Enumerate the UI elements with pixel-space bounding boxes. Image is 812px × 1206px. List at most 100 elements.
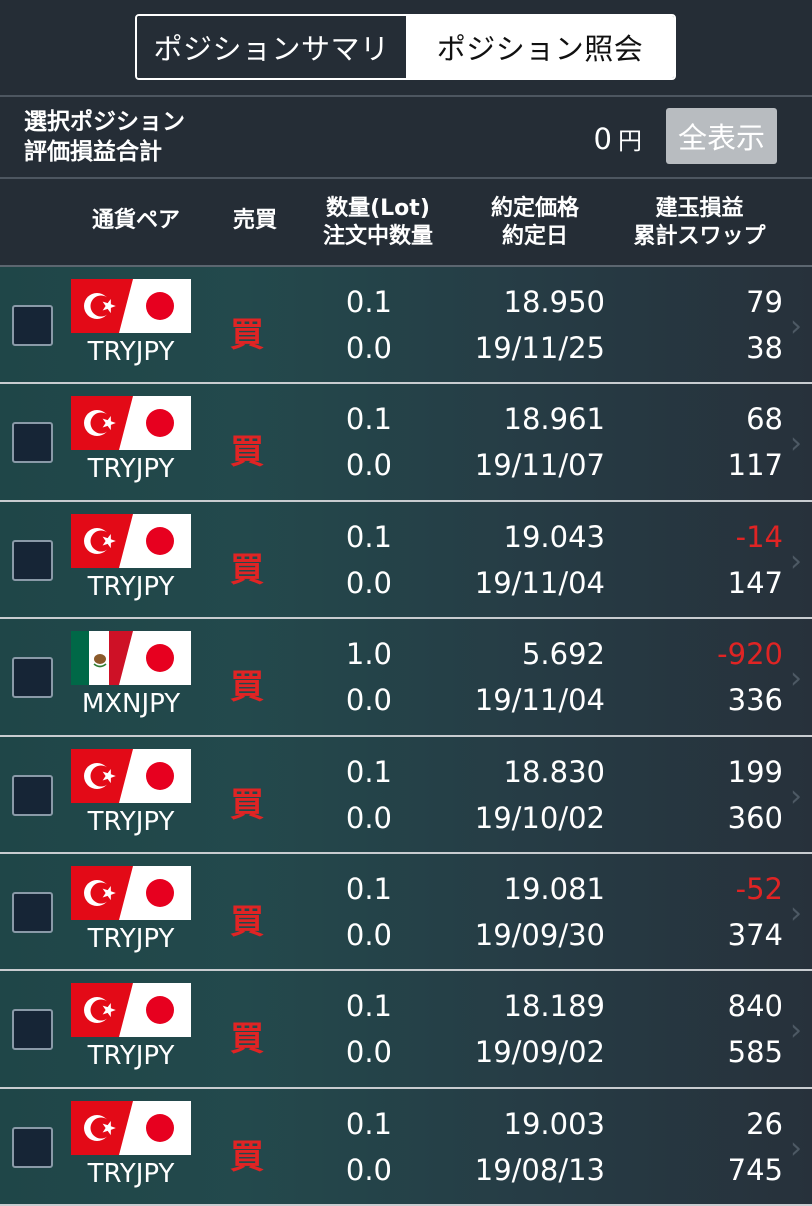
chevron-right-icon[interactable]: › (790, 779, 802, 814)
execution-date: 19/10/02 (474, 800, 605, 835)
row-checkbox[interactable] (12, 1126, 53, 1168)
view-segmented-control: ポジションサマリ ポジション照会 (135, 14, 676, 80)
quantity: 0.1 (345, 989, 392, 1024)
chevron-right-icon[interactable]: › (790, 426, 802, 461)
currency-flag-icon (71, 631, 191, 686)
position-row[interactable]: TRYJPY 買 0.1 0.0 19.003 19/08/13 26 745 … (0, 1088, 812, 1206)
row-checkbox[interactable] (12, 774, 53, 816)
accumulated-swap: 745 (727, 1152, 783, 1187)
accumulated-swap: 147 (727, 565, 783, 600)
execution-date: 19/09/30 (474, 917, 605, 952)
chevron-right-icon[interactable]: › (790, 661, 802, 696)
row-checkbox[interactable] (12, 305, 53, 346)
currency-pair: TRYJPY (87, 1041, 175, 1072)
row-checkbox[interactable] (12, 1009, 53, 1051)
summary-amount: 0 (593, 122, 612, 156)
execution-price: 18.830 (503, 754, 605, 789)
currency-pair: TRYJPY (87, 571, 175, 602)
quantity: 0.1 (345, 519, 392, 554)
column-header-pl-line1: 建玉損益 (655, 196, 744, 221)
execution-price: 19.003 (503, 1106, 605, 1141)
accumulated-swap: 117 (727, 448, 783, 483)
currency-flag-icon (71, 865, 191, 920)
unrealized-pl: 79 (746, 285, 783, 319)
unrealized-pl: -52 (735, 871, 783, 906)
currency-flag-icon (71, 748, 191, 803)
trade-side: 買 (230, 549, 264, 590)
unrealized-pl: -14 (735, 519, 783, 554)
position-row[interactable]: TRYJPY 買 0.1 0.0 19.081 19/09/30 -52 374… (0, 853, 812, 972)
currency-pair: MXNJPY (81, 689, 181, 720)
currency-flag-icon (71, 396, 191, 451)
chevron-right-icon[interactable]: › (790, 309, 802, 344)
trade-side: 買 (230, 901, 264, 942)
position-list: TRYJPY 買 0.1 0.0 18.950 19/11/25 79 38 ›… (0, 267, 812, 1206)
order-quantity: 0.0 (345, 800, 392, 835)
execution-date: 19/11/04 (474, 683, 605, 718)
quantity: 0.1 (345, 754, 392, 789)
summary-total-value: 0円 (594, 121, 642, 156)
quantity: 0.1 (345, 285, 392, 319)
execution-date: 19/11/07 (474, 448, 605, 483)
position-row[interactable]: TRYJPY 買 0.1 0.0 18.961 19/11/07 68 117 … (0, 384, 812, 502)
trade-side: 買 (230, 1136, 264, 1177)
position-row[interactable]: TRYJPY 買 0.1 0.0 18.830 19/10/02 199 360… (0, 736, 812, 854)
execution-date: 19/11/04 (474, 565, 605, 600)
currency-pair: TRYJPY (87, 1158, 175, 1189)
chevron-right-icon[interactable]: › (790, 896, 802, 931)
chevron-right-icon[interactable]: › (790, 1013, 802, 1048)
column-header-pl-line2: 累計スワップ (633, 224, 766, 249)
order-quantity: 0.0 (345, 448, 392, 483)
currency-pair: TRYJPY (87, 923, 175, 954)
position-row[interactable]: MXNJPY 買 1.0 0.0 5.692 19/11/04 -920 336… (0, 619, 812, 737)
column-header-price-line1: 約定価格 (490, 196, 579, 221)
column-header-side-label: 売買 (232, 208, 277, 233)
trade-side: 買 (230, 315, 264, 355)
accumulated-swap: 336 (727, 683, 783, 718)
accumulated-swap: 374 (727, 917, 783, 952)
unrealized-pl: 840 (727, 989, 783, 1024)
tab-position-inquiry[interactable]: ポジション照会 (406, 16, 674, 78)
order-quantity: 0.0 (345, 565, 392, 600)
trade-side: 買 (230, 432, 264, 473)
tab-position-summary[interactable]: ポジションサマリ (137, 16, 406, 78)
position-row[interactable]: TRYJPY 買 0.1 0.0 18.189 19/09/02 840 585… (0, 971, 812, 1089)
column-header-price: 約定価格 約定日 (470, 195, 600, 251)
row-checkbox[interactable] (12, 539, 53, 581)
row-checkbox[interactable] (12, 657, 53, 699)
trade-side: 買 (230, 1019, 264, 1060)
summary-label: 選択ポジション 評価損益合計 (24, 107, 185, 167)
unrealized-pl: 26 (746, 1106, 783, 1141)
summary-label-line1: 選択ポジション (24, 109, 185, 135)
show-all-button[interactable]: 全表示 (666, 108, 777, 164)
execution-date: 19/09/02 (474, 1035, 605, 1070)
currency-pair: TRYJPY (87, 337, 175, 367)
accumulated-swap: 360 (727, 800, 783, 835)
currency-pair: TRYJPY (87, 454, 175, 485)
currency-flag-icon (71, 1100, 191, 1155)
execution-price: 18.189 (503, 989, 605, 1024)
quantity: 0.1 (345, 402, 392, 437)
summary-label-line2: 評価損益合計 (24, 139, 162, 165)
chevron-right-icon[interactable]: › (790, 544, 802, 579)
chevron-right-icon[interactable]: › (790, 1131, 802, 1166)
quantity: 1.0 (345, 637, 392, 672)
column-header-pl: 建玉損益 累計スワップ (612, 195, 787, 251)
unrealized-pl: -920 (717, 637, 783, 672)
column-header-side: 売買 (222, 207, 288, 235)
row-checkbox[interactable] (12, 891, 53, 933)
unrealized-pl: 199 (727, 754, 783, 789)
accumulated-swap: 38 (746, 331, 783, 365)
currency-flag-icon (71, 513, 191, 568)
accumulated-swap: 585 (727, 1035, 783, 1070)
column-header-qty-line2: 注文中数量 (322, 224, 433, 249)
order-quantity: 0.0 (345, 917, 392, 952)
execution-price: 18.950 (503, 285, 605, 319)
position-row[interactable]: TRYJPY 買 0.1 0.0 19.043 19/11/04 -14 147… (0, 501, 812, 620)
table-header: 通貨ペア 売買 数量(Lot) 注文中数量 約定価格 約定日 建玉損益 累計スワ… (0, 181, 812, 267)
position-row[interactable]: TRYJPY 買 0.1 0.0 18.950 19/11/25 79 38 › (0, 267, 812, 385)
currency-flag-icon (71, 983, 191, 1038)
execution-price: 18.961 (503, 402, 605, 437)
row-checkbox[interactable] (12, 422, 53, 464)
trade-side: 買 (230, 784, 264, 825)
